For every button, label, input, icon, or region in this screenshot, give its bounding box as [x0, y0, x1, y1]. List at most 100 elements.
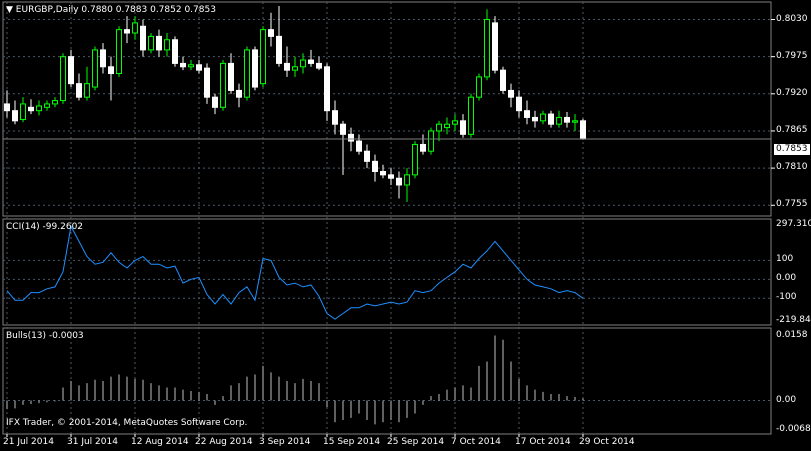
candle-body — [580, 120, 586, 140]
candle-body — [308, 59, 314, 64]
time-axis-label: 21 Jul 2014 — [3, 437, 54, 447]
menu-triangle-icon[interactable]: ▼ — [6, 5, 13, 15]
candle-body — [36, 105, 42, 112]
candle-body — [292, 66, 298, 71]
bulls-axis-label: -0.0068 — [776, 424, 811, 434]
candle-body — [236, 89, 242, 98]
price-axis-label: 0.7810 — [776, 162, 808, 173]
candle-body — [20, 103, 26, 120]
price-axis-label: 0.7865 — [776, 124, 808, 135]
time-axis-label: 17 Oct 2014 — [515, 437, 571, 447]
price-axis-label: 0.7755 — [776, 199, 808, 210]
candle-body — [124, 29, 130, 34]
candle-body — [140, 25, 146, 51]
candle-body — [212, 96, 218, 108]
candle-body — [484, 19, 490, 78]
candle-body — [284, 62, 290, 71]
candle-body — [396, 177, 402, 186]
candle-body — [356, 140, 362, 152]
candle-body — [492, 22, 498, 71]
candle-body — [148, 35, 154, 51]
candle-body — [188, 64, 194, 68]
candle-body — [412, 143, 418, 176]
candle-body — [332, 110, 338, 125]
cci-axis-label: -219.840 — [776, 315, 811, 325]
candle-body — [564, 116, 570, 123]
candle-body — [116, 29, 122, 75]
price-axis-label: 0.8030 — [776, 13, 808, 24]
current-price-tag: 0.7853 — [774, 144, 810, 155]
candle-body — [164, 39, 170, 51]
candle-body — [84, 83, 90, 98]
symbol-ohlc-text: EURGBP,Daily 0.7880 0.7883 0.7852 0.7853 — [15, 5, 216, 15]
candle-body — [268, 29, 274, 37]
candle-body — [68, 56, 74, 85]
candle-body — [388, 174, 394, 179]
candle-body — [404, 174, 410, 186]
candle-body — [428, 130, 434, 152]
main-pane-header: ▼ EURGBP,Daily 0.7880 0.7883 0.7852 0.78… — [6, 5, 216, 16]
candle-body — [452, 120, 458, 125]
candle-body — [180, 62, 186, 68]
bulls-pane-header: Bulls(13) -0.0003 — [6, 331, 84, 341]
cci-axis-label: 100 — [776, 254, 794, 265]
candle-body — [60, 56, 66, 102]
candle-body — [228, 62, 234, 91]
candle-body — [436, 123, 442, 132]
candle-body — [316, 62, 322, 69]
candle-body — [108, 66, 114, 75]
candle-body — [132, 22, 138, 34]
price-axis-label: 0.7920 — [776, 87, 808, 98]
candle-body — [500, 69, 506, 91]
candle-body — [348, 133, 354, 142]
candle-body — [4, 103, 10, 112]
candle-body — [76, 83, 82, 98]
cci-pane-frame — [2, 218, 772, 326]
candle-body — [244, 49, 250, 98]
candle-body — [52, 100, 58, 105]
candle-body — [340, 123, 346, 135]
time-axis-label: 15 Sep 2014 — [323, 437, 381, 447]
candle-body — [508, 89, 514, 98]
candle-body — [252, 49, 258, 88]
candle-body — [324, 66, 330, 112]
candle-body — [380, 170, 386, 176]
time-axis-label: 7 Oct 2014 — [451, 437, 501, 447]
candle-body — [44, 103, 50, 108]
candle-body — [156, 35, 162, 51]
cci-axis-label: 0.00 — [776, 273, 797, 284]
candle-body — [92, 49, 98, 88]
candle-body — [220, 62, 226, 108]
chart-canvas[interactable] — [0, 0, 811, 451]
candle-body — [372, 160, 378, 172]
bulls-axis-label: 0.00 — [776, 394, 797, 405]
candle-body — [524, 110, 530, 118]
candle-body — [548, 113, 554, 125]
candle-body — [300, 59, 306, 68]
candle-body — [204, 67, 210, 98]
time-axis-label: 25 Sep 2014 — [387, 437, 445, 447]
cci-pane-header: CCI(14) -99.2602 — [6, 222, 84, 232]
candle-body — [532, 116, 538, 122]
candle-body — [28, 106, 34, 112]
candle-body — [556, 116, 562, 125]
price-axis-label: 0.7975 — [776, 50, 808, 61]
candle-body — [196, 64, 202, 71]
bulls-axis-label: 0.0158 — [776, 330, 808, 340]
candle-body — [364, 150, 370, 162]
time-axis-label: 12 Aug 2014 — [131, 437, 189, 447]
time-axis-label: 3 Sep 2014 — [259, 437, 311, 447]
time-axis-label: 22 Aug 2014 — [195, 437, 253, 447]
time-axis-label: 31 Jul 2014 — [67, 437, 118, 447]
candle-body — [468, 96, 474, 135]
candle-body — [172, 39, 178, 64]
candle-body — [540, 113, 546, 122]
candle-body — [460, 120, 466, 135]
cci-axis-label: -100 — [776, 292, 797, 303]
time-axis-label: 29 Oct 2014 — [579, 437, 635, 447]
cci-axis-label: 297.3107 — [776, 219, 811, 229]
candle-body — [476, 76, 482, 98]
candle-body — [12, 110, 18, 122]
candle-body — [572, 120, 578, 123]
candle-body — [444, 123, 450, 129]
